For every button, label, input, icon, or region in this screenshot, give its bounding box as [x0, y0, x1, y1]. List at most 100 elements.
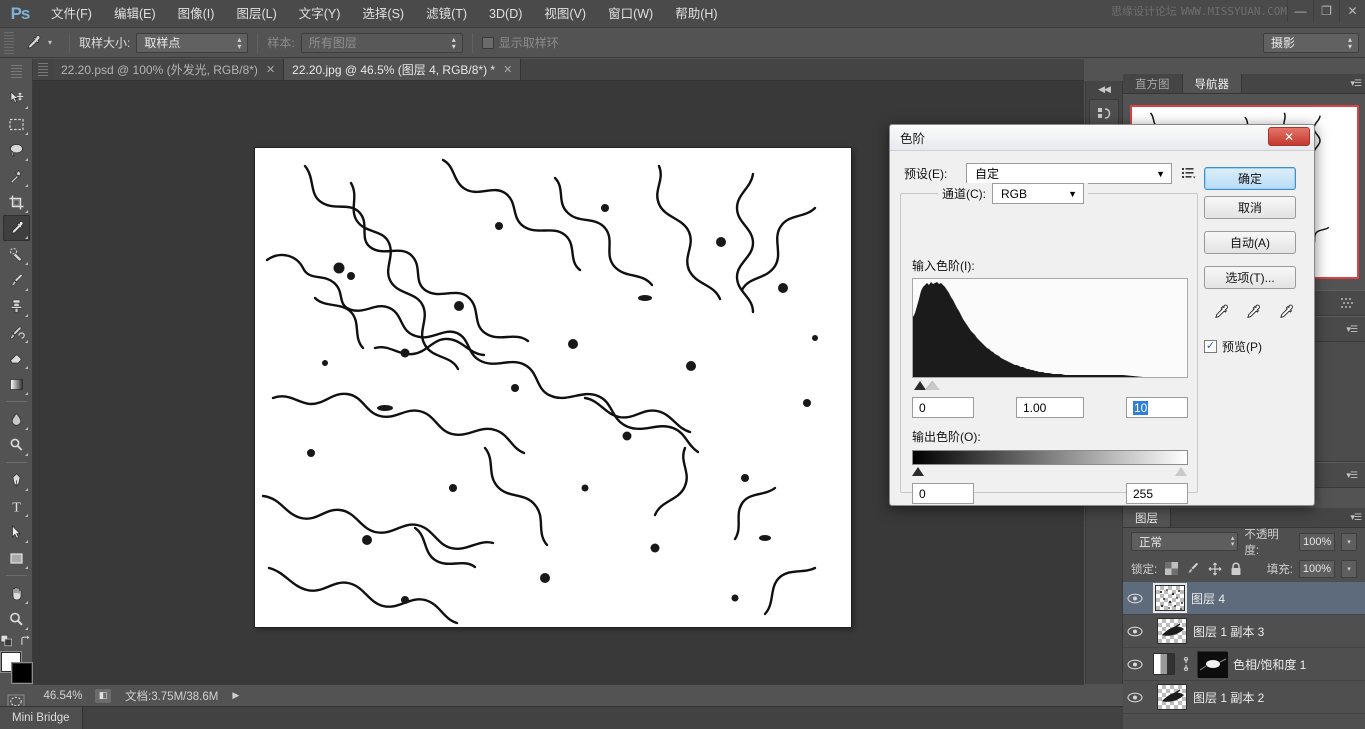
link-icon[interactable]	[1181, 657, 1191, 671]
type-tool[interactable]: T	[3, 493, 30, 519]
zoom-tool[interactable]	[3, 606, 30, 632]
output-max-slider-handle[interactable]	[1175, 467, 1187, 476]
input-histogram[interactable]	[912, 278, 1188, 378]
hand-tool[interactable]	[3, 580, 30, 606]
document-tab-psd[interactable]: 22.20.psd @ 100% (外发光, RGB/8*) ✕	[53, 59, 284, 80]
tab-navigator[interactable]: 导航器	[1183, 74, 1243, 93]
eraser-tool[interactable]	[3, 345, 30, 371]
output-max-field[interactable]: 255	[1126, 483, 1188, 504]
close-icon[interactable]: ✕	[503, 63, 512, 76]
document-proxy-icon[interactable]: ◧	[95, 689, 111, 703]
eyedropper-tool[interactable]	[3, 215, 30, 241]
eye-icon[interactable]	[1123, 659, 1147, 670]
lock-position-icon[interactable]	[1208, 562, 1222, 576]
white-point-eyedropper-icon[interactable]	[1276, 303, 1295, 322]
layer-row-1[interactable]: 图层 1 副本 3	[1123, 615, 1365, 648]
layer-thumbnail[interactable]	[1157, 684, 1187, 710]
channel-select[interactable]: RGB ▼	[992, 183, 1084, 204]
marquee-tool[interactable]	[3, 111, 30, 137]
close-icon[interactable]: ✕	[266, 63, 275, 76]
restore-button[interactable]: ❐	[1313, 0, 1339, 22]
menu-filter[interactable]: 滤镜(T)	[415, 0, 478, 28]
layers-panel-menu-icon[interactable]: ▾☰	[1350, 512, 1361, 523]
lock-all-icon[interactable]	[1230, 562, 1242, 576]
magic-wand-tool[interactable]	[3, 163, 30, 189]
tab-histogram[interactable]: 直方图	[1123, 74, 1183, 93]
image-canvas[interactable]	[255, 148, 851, 627]
pen-tool[interactable]	[3, 467, 30, 493]
hue-saturation-adjustment-icon[interactable]	[1153, 653, 1175, 675]
gray-point-eyedropper-icon[interactable]	[1243, 303, 1262, 322]
healing-brush-tool[interactable]	[3, 241, 30, 267]
lock-image-icon[interactable]	[1186, 562, 1200, 575]
cancel-button[interactable]: 取消	[1204, 196, 1296, 219]
ok-button[interactable]: 确定	[1204, 167, 1296, 190]
panel-menu-icon-2[interactable]: ▾☰	[1346, 324, 1357, 335]
output-min-field[interactable]: 0	[912, 483, 974, 504]
history-brush-tool[interactable]	[3, 319, 30, 345]
input-midtone-field[interactable]: 1.00	[1016, 397, 1084, 418]
tab-strip-grip[interactable]	[38, 63, 48, 77]
layer-thumbnail[interactable]	[1155, 585, 1185, 611]
move-tool[interactable]	[3, 85, 30, 111]
menu-select[interactable]: 选择(S)	[351, 0, 415, 28]
menu-image[interactable]: 图像(I)	[167, 0, 226, 28]
input-highlight-field[interactable]: 10	[1126, 397, 1188, 418]
lasso-tool[interactable]	[3, 137, 30, 163]
minimize-button[interactable]: —	[1287, 0, 1313, 22]
output-min-slider-handle[interactable]	[912, 467, 924, 476]
blur-tool[interactable]	[3, 406, 30, 432]
layer-row-2[interactable]: 色相/饱和度 1	[1123, 648, 1365, 681]
show-sampling-ring-toggle[interactable]: 显示取样环	[482, 34, 565, 51]
mini-bridge-tab[interactable]: Mini Bridge	[0, 707, 83, 729]
document-tab-jpg[interactable]: 22.20.jpg @ 46.5% (图层 4, RGB/8*) * ✕	[284, 59, 521, 80]
menu-file[interactable]: 文件(F)	[40, 0, 103, 28]
path-selection-tool[interactable]	[3, 519, 30, 545]
zoom-level-field[interactable]: 46.54%	[33, 690, 89, 702]
dodge-tool[interactable]	[3, 432, 30, 458]
options-bar-grip[interactable]	[4, 32, 14, 54]
input-shadow-field[interactable]: 0	[912, 397, 974, 418]
menu-type[interactable]: 文字(Y)	[288, 0, 352, 28]
sample-size-select[interactable]: 取样点 ▴▾	[136, 33, 248, 53]
menu-layer[interactable]: 图层(L)	[225, 0, 287, 28]
show-sampling-ring-checkbox[interactable]	[482, 37, 494, 49]
eye-icon[interactable]	[1123, 626, 1147, 637]
blend-mode-select[interactable]: 正常 ▴▾	[1131, 532, 1238, 551]
sample-select[interactable]: 所有图层 ▴▾	[301, 33, 463, 53]
output-slider-track[interactable]	[912, 466, 1188, 479]
dock-collapse-icon[interactable]: ◀◀	[1086, 81, 1122, 97]
eye-icon[interactable]	[1123, 692, 1147, 703]
layer-mask-thumbnail[interactable]	[1197, 651, 1227, 677]
rectangle-tool[interactable]	[3, 545, 30, 571]
options-button[interactable]: 选项(T)...	[1204, 266, 1296, 289]
eye-icon[interactable]	[1123, 593, 1147, 604]
auto-button[interactable]: 自动(A)	[1204, 231, 1296, 254]
highlight-slider-handle[interactable]	[926, 381, 940, 390]
menu-window[interactable]: 窗口(W)	[597, 0, 664, 28]
close-icon[interactable]: ✕	[1268, 127, 1310, 146]
fill-dropdown-icon[interactable]: ▾	[1341, 560, 1357, 578]
preset-select[interactable]: 自定 ▼	[966, 163, 1172, 184]
menu-edit[interactable]: 编辑(E)	[103, 0, 167, 28]
menu-view[interactable]: 视图(V)	[533, 0, 597, 28]
layer-row-0[interactable]: 图层 4	[1123, 582, 1365, 615]
opacity-field[interactable]: 100%	[1299, 533, 1335, 551]
tab-layers[interactable]: 图层	[1123, 508, 1171, 527]
preset-options-icon[interactable]	[1180, 165, 1198, 183]
layer-row-3[interactable]: 图层 1 副本 2	[1123, 681, 1365, 714]
workspace-select[interactable]: 摄影 ▴▾	[1263, 33, 1359, 53]
panel-menu-icon-3[interactable]: ▾☰	[1346, 470, 1357, 481]
layer-thumbnail[interactable]	[1157, 618, 1187, 644]
fill-field[interactable]: 100%	[1299, 560, 1335, 578]
input-slider-track[interactable]	[912, 379, 1188, 393]
panel-menu-icon[interactable]: ▾☰	[1350, 78, 1361, 89]
clone-stamp-tool[interactable]	[3, 293, 30, 319]
preview-toggle[interactable]: ✓ 预览(P)	[1204, 338, 1302, 355]
opacity-dropdown-icon[interactable]: ▾	[1341, 533, 1357, 551]
output-gradient-bar[interactable]	[912, 450, 1188, 465]
menu-3d[interactable]: 3D(D)	[478, 0, 533, 28]
crop-tool[interactable]	[3, 189, 30, 215]
default-colors-icon[interactable]	[0, 634, 14, 648]
status-menu-arrow-icon[interactable]: ▶	[232, 690, 239, 701]
